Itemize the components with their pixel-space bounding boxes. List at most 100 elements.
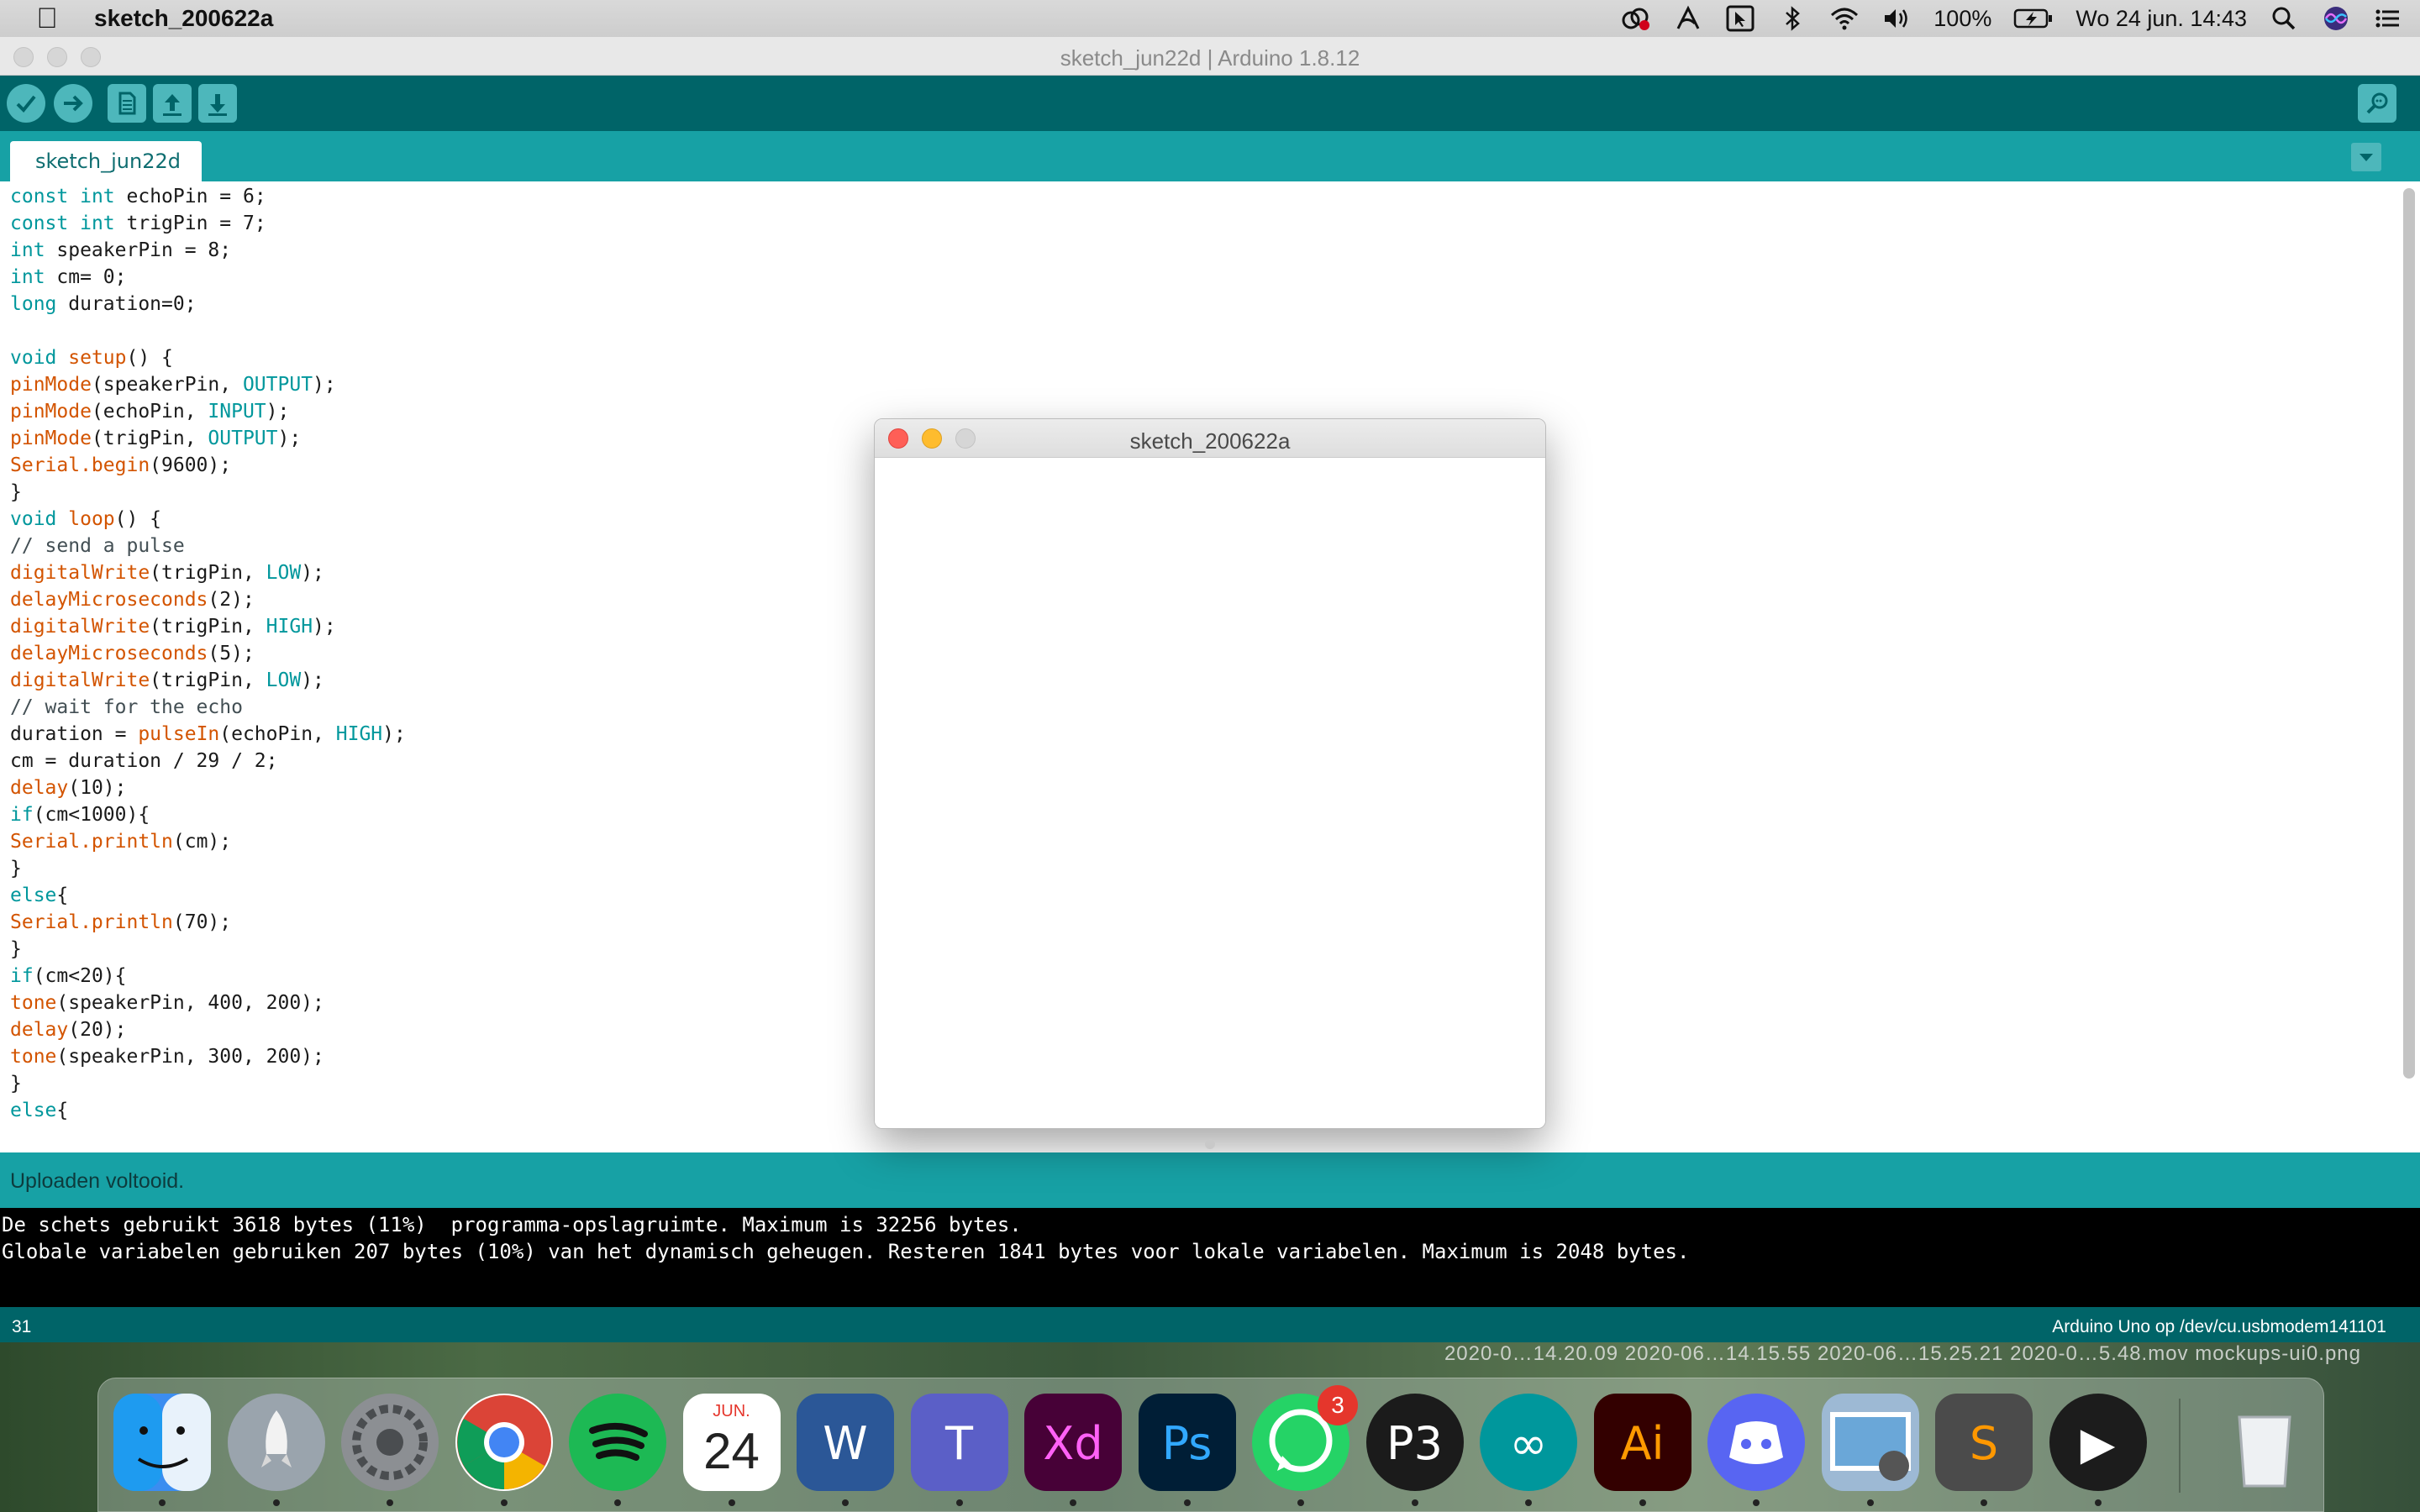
- code-line[interactable]: [10, 318, 406, 344]
- code-line[interactable]: }: [10, 479, 406, 506]
- dock-discord-icon[interactable]: [1707, 1394, 1805, 1491]
- code-line[interactable]: delayMicroseconds(2);: [10, 586, 406, 613]
- code-line[interactable]: const int trigPin = 7;: [10, 210, 406, 237]
- code-line[interactable]: pinMode(echoPin, INPUT);: [10, 398, 406, 425]
- battery-icon[interactable]: [2013, 5, 2054, 32]
- code-line[interactable]: Serial.println(cm);: [10, 828, 406, 855]
- dock-calendar-icon[interactable]: JUN. 24: [682, 1394, 781, 1491]
- upload-button[interactable]: [54, 84, 92, 123]
- code-line[interactable]: cm = duration / 29 / 2;: [10, 748, 406, 774]
- code-line[interactable]: delay(10);: [10, 774, 406, 801]
- dock-teams-icon[interactable]: T: [910, 1394, 1008, 1491]
- dock-system-preferences-icon[interactable]: [341, 1394, 439, 1491]
- open-button[interactable]: [153, 84, 192, 123]
- wifi-icon[interactable]: [1829, 5, 1860, 32]
- dock-quicktime-icon[interactable]: ▶: [2049, 1394, 2147, 1491]
- apple-menu-icon[interactable]: : [0, 3, 94, 35]
- serial-monitor-button[interactable]: [2358, 84, 2396, 123]
- creative-cloud-icon[interactable]: [1621, 5, 1651, 32]
- running-indicator: [842, 1499, 849, 1506]
- dock-adobe-xd-icon[interactable]: Xd: [1024, 1394, 1122, 1491]
- menu-bar:  sketch_200622a 100% Wo 24 jun. 14:43: [0, 0, 2420, 37]
- dock-arduino-icon[interactable]: ∞: [1480, 1394, 1577, 1491]
- code-line[interactable]: // send a pulse: [10, 533, 406, 559]
- bluetooth-icon[interactable]: [1777, 5, 1807, 32]
- tab-menu-button[interactable]: [2351, 143, 2381, 171]
- dock-photoshop-icon[interactable]: Ps: [1138, 1394, 1236, 1491]
- board-port: Arduino Uno op /dev/cu.usbmodem141101: [2052, 1317, 2386, 1336]
- code-line[interactable]: digitalWrite(trigPin, LOW);: [10, 559, 406, 586]
- code-line[interactable]: digitalWrite(trigPin, HIGH);: [10, 613, 406, 640]
- running-indicator: [1070, 1499, 1076, 1506]
- code-line[interactable]: }: [10, 1070, 406, 1097]
- new-button[interactable]: [108, 84, 146, 123]
- code-text[interactable]: const int echoPin = 6; const int trigPin …: [10, 183, 406, 1124]
- code-line[interactable]: else{: [10, 882, 406, 909]
- clock[interactable]: Wo 24 jun. 14:43: [2075, 6, 2247, 32]
- code-line[interactable]: }: [10, 855, 406, 882]
- dock-finder-icon[interactable]: [113, 1394, 211, 1491]
- code-line[interactable]: int speakerPin = 8;: [10, 237, 406, 264]
- code-line[interactable]: // wait for the echo: [10, 694, 406, 721]
- dock-preview-icon[interactable]: [1821, 1394, 1919, 1491]
- verify-button[interactable]: [7, 84, 45, 123]
- code-line[interactable]: delayMicroseconds(5);: [10, 640, 406, 667]
- running-indicator: [272, 1499, 280, 1506]
- desktop-file-labels[interactable]: 2020-0…14.20.09 2020-06…14.15.55 2020-06…: [1444, 1342, 2361, 1366]
- code-line[interactable]: Serial.begin(9600);: [10, 452, 406, 479]
- code-line[interactable]: void loop() {: [10, 506, 406, 533]
- code-line[interactable]: else{: [10, 1097, 406, 1124]
- code-line[interactable]: duration = pulseIn(echoPin, HIGH);: [10, 721, 406, 748]
- code-line[interactable]: pinMode(trigPin, OUTPUT);: [10, 425, 406, 452]
- editor-scrollbar[interactable]: [2403, 188, 2415, 1079]
- code-line[interactable]: if(cm<1000){: [10, 801, 406, 828]
- code-line[interactable]: delay(20);: [10, 1016, 406, 1043]
- code-line[interactable]: void setup() {: [10, 344, 406, 371]
- cursor-icon[interactable]: [1725, 5, 1755, 32]
- status-bar: Uploaden voltooid.: [0, 1152, 2420, 1208]
- arduino-window-titlebar: sketch_jun22d | Arduino 1.8.12: [0, 37, 2420, 76]
- notification-badge: 3: [1318, 1385, 1358, 1425]
- dock-whatsapp-icon[interactable]: 3: [1252, 1385, 1358, 1491]
- code-line[interactable]: int cm= 0;: [10, 264, 406, 291]
- dock-label: ▶: [2080, 1417, 2116, 1470]
- resize-handle[interactable]: [1205, 1139, 1215, 1149]
- search-icon[interactable]: [2269, 5, 2299, 32]
- dock-launchpad-icon[interactable]: [227, 1394, 325, 1491]
- code-line[interactable]: }: [10, 936, 406, 963]
- code-line[interactable]: const int echoPin = 6;: [10, 183, 406, 210]
- processing-sketch-window: sketch_200622a: [874, 418, 1546, 1129]
- code-line[interactable]: Serial.println(70);: [10, 909, 406, 936]
- code-line[interactable]: tone(speakerPin, 400, 200);: [10, 990, 406, 1016]
- code-line[interactable]: tone(speakerPin, 300, 200);: [10, 1043, 406, 1070]
- calendar-month: JUN.: [713, 1402, 750, 1420]
- code-line[interactable]: pinMode(speakerPin, OUTPUT);: [10, 371, 406, 398]
- control-center-icon[interactable]: [2373, 5, 2403, 32]
- siri-icon[interactable]: [2321, 5, 2351, 32]
- dock-illustrator-icon[interactable]: Ai: [1593, 1394, 1691, 1491]
- acrobat-icon[interactable]: [1673, 5, 1703, 32]
- running-indicator: [1183, 1499, 1191, 1506]
- dock-processing-icon[interactable]: P3: [1365, 1394, 1464, 1491]
- dock-label: T: [945, 1417, 973, 1470]
- dock-trash-icon[interactable]: [2216, 1394, 2313, 1491]
- tab-sketch[interactable]: sketch_jun22d: [10, 141, 202, 181]
- dock-label: ∞: [1509, 1417, 1548, 1470]
- save-button[interactable]: [198, 84, 237, 123]
- console-line: Globale variabelen gebruiken 207 bytes (…: [2, 1240, 1690, 1263]
- dock-chrome-icon[interactable]: [455, 1394, 553, 1491]
- code-line[interactable]: digitalWrite(trigPin, LOW);: [10, 667, 406, 694]
- active-app-name[interactable]: sketch_200622a: [94, 5, 273, 32]
- console-output[interactable]: De schets gebruikt 3618 bytes (11%) prog…: [0, 1208, 2420, 1307]
- volume-icon[interactable]: [1881, 5, 1912, 32]
- sketch-canvas[interactable]: [875, 458, 1545, 1128]
- code-line[interactable]: if(cm<20){: [10, 963, 406, 990]
- dock-spotify-icon[interactable]: [569, 1394, 666, 1491]
- running-indicator: [500, 1499, 508, 1506]
- code-line[interactable]: long duration=0;: [10, 291, 406, 318]
- dock-sublime-text-icon[interactable]: S: [1935, 1394, 2033, 1491]
- dock-word-icon[interactable]: W: [797, 1394, 894, 1491]
- running-indicator: [1411, 1499, 1418, 1506]
- running-indicator: [1639, 1499, 1646, 1506]
- window-title: sketch_jun22d | Arduino 1.8.12: [1060, 45, 1360, 71]
